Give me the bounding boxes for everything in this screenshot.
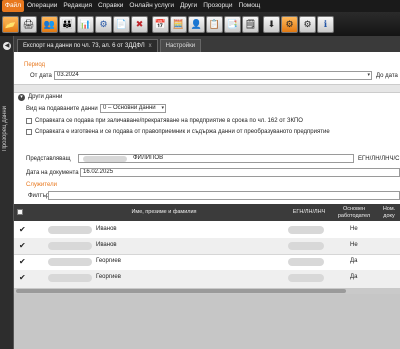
calendar-icon[interactable]: 📅	[152, 15, 169, 33]
document-icon[interactable]: 📄	[113, 15, 130, 33]
from-date-field[interactable]: 03.2024 ▾	[54, 71, 372, 80]
list-icon[interactable]: 📋	[206, 15, 223, 33]
to-date-label: До дата	[376, 73, 398, 79]
row-check-icon[interactable]: ✔	[19, 225, 26, 234]
main-employer-value: Не	[350, 226, 358, 232]
tab-strip: Експорт на данни по чл. 73, ал. 6 от ЗДД…	[14, 36, 400, 52]
menu-reports[interactable]: Справки	[95, 0, 126, 12]
menu-windows[interactable]: Прозорци	[200, 0, 235, 12]
menu-help[interactable]: Помощ	[236, 0, 264, 12]
menu-operations[interactable]: Операции	[24, 0, 60, 12]
menu-file[interactable]: Файл	[2, 0, 24, 12]
successor-label: Справката е изготвена и се подава от пра…	[35, 129, 330, 135]
from-date-label: От дата	[30, 73, 52, 79]
column-main-employer[interactable]: Основен работодател	[334, 206, 374, 220]
redacted-first-name	[48, 258, 92, 266]
employee-surname: Георгиев	[96, 258, 121, 264]
redacted-id	[288, 242, 324, 250]
row-check-icon[interactable]: ✔	[19, 273, 26, 282]
chart-icon[interactable]: 📊	[77, 15, 94, 33]
other-data-title: Други данни	[28, 94, 63, 100]
people-icon[interactable]: 👪	[59, 15, 76, 33]
employee-surname: Иванов	[96, 242, 117, 248]
redacted-id	[288, 258, 324, 266]
info-icon[interactable]: ℹ	[317, 15, 334, 33]
column-name[interactable]: Име, презиме и фамилия	[104, 209, 224, 216]
folder-open-icon[interactable]: 📂	[2, 15, 19, 33]
toolbar: 📂 🖨 👥 👪 📊 ⚙ 📄 ✖ 📅 🧮 👤 📋 📑 🗒 ⬇ ⚙ ⚙ ℹ	[0, 12, 400, 36]
employee-surname: Иванов	[96, 226, 117, 232]
deregistration-label: Справката се подава при заличаване/прекр…	[35, 118, 303, 124]
document-date-label: Дата на документа	[26, 170, 79, 176]
representative-field[interactable]: ФИЛИПОВ	[78, 154, 354, 163]
table-row[interactable]: ✔ Иванов Не	[14, 222, 400, 238]
table-row[interactable]: ✔ Георгиев Да	[14, 270, 400, 288]
report-icon[interactable]: 🗒	[242, 15, 259, 33]
tab-settings-label: Настройки	[165, 42, 196, 49]
gear-icon[interactable]: ⚙	[281, 15, 298, 33]
menu-other[interactable]: Други	[177, 0, 200, 12]
representative-value: ФИЛИПОВ	[133, 155, 164, 161]
menu-bar: Файл Операции Редакция Справки Онлайн ус…	[0, 0, 400, 12]
main-employer-value: Да	[350, 258, 358, 264]
document-date-field[interactable]: 16.02.2025	[80, 168, 400, 177]
expand-panel-icon[interactable]: ◀	[3, 42, 11, 50]
main-employer-value: Не	[350, 242, 358, 248]
main-employer-value: Да	[350, 274, 358, 280]
employee-surname: Георгиев	[96, 274, 121, 280]
column-document[interactable]: Ном. доку	[378, 206, 400, 220]
scrollbar-thumb[interactable]	[16, 289, 346, 293]
employees-title: Служители	[26, 182, 57, 188]
row-check-icon[interactable]: ✔	[19, 257, 26, 266]
menu-edit[interactable]: Редакция	[60, 0, 95, 12]
period-title: Период	[24, 62, 46, 68]
document-date-value: 16.02.2025	[83, 169, 114, 175]
redacted-first-name	[48, 242, 92, 250]
filter-input[interactable]	[48, 191, 400, 200]
menu-online-services[interactable]: Онлайн услуги	[126, 0, 177, 12]
representative-label: Представляващ	[26, 156, 71, 162]
table-row[interactable]: ✔ Иванов Не	[14, 238, 400, 254]
representative-id-label: ЕГН/ЛН/ЛНЧ/С	[358, 156, 400, 162]
filter-label: Филтър	[28, 193, 50, 199]
redacted-first-name	[48, 274, 92, 282]
close-tab-icon[interactable]: x	[149, 40, 152, 53]
employees-table-header: Име, презиме и фамилия ЕГН/ЛН/ЛНЧ Основе…	[14, 204, 400, 221]
select-all-checkbox[interactable]	[17, 209, 23, 215]
submission-type-value: 0 – Основни данни	[103, 105, 156, 111]
chevron-down-icon[interactable]: ▾	[367, 72, 370, 79]
calculator-icon[interactable]: 🧮	[170, 15, 187, 33]
download-icon[interactable]: ⬇	[263, 15, 280, 33]
submission-type-select[interactable]: 0 – Основни данни ▾	[100, 104, 166, 113]
row-check-icon[interactable]: ✔	[19, 241, 26, 250]
column-id[interactable]: ЕГН/ЛН/ЛНЧ	[288, 209, 330, 216]
clipboard-icon[interactable]: 📑	[224, 15, 241, 33]
deregistration-checkbox[interactable]	[26, 118, 32, 124]
from-date-value: 03.2024	[57, 72, 79, 78]
empty-area	[14, 294, 400, 349]
redacted-first-name	[48, 226, 92, 234]
successor-checkbox[interactable]	[26, 129, 32, 135]
submission-type-label: Вид на подаваните данни	[26, 106, 98, 112]
redacted-id	[288, 226, 324, 234]
side-panel-label[interactable]: Прозорец данни	[2, 106, 12, 152]
user-icon[interactable]: 👤	[188, 15, 205, 33]
redacted-name	[83, 156, 127, 162]
side-panel: ◀ Прозорец данни	[0, 36, 14, 349]
redacted-id	[288, 274, 324, 282]
collapse-icon[interactable]: ▾	[18, 94, 25, 101]
users-icon[interactable]: 👥	[41, 15, 58, 33]
tab-export[interactable]: Експорт на данни по чл. 73, ал. 6 от ЗДД…	[17, 39, 158, 52]
print-icon[interactable]: 🖨	[20, 15, 37, 33]
chevron-down-icon[interactable]: ▾	[161, 105, 164, 112]
gears-icon[interactable]: ⚙	[299, 15, 316, 33]
tab-settings[interactable]: Настройки	[159, 39, 202, 52]
table-row[interactable]: ✔ Георгиев Да	[14, 254, 400, 270]
settings-doc-icon[interactable]: ⚙	[95, 15, 112, 33]
tab-export-label: Експорт на данни по чл. 73, ал. 6 от ЗДД…	[23, 42, 145, 49]
close-doc-icon[interactable]: ✖	[131, 15, 148, 33]
divider-bar	[14, 84, 400, 93]
